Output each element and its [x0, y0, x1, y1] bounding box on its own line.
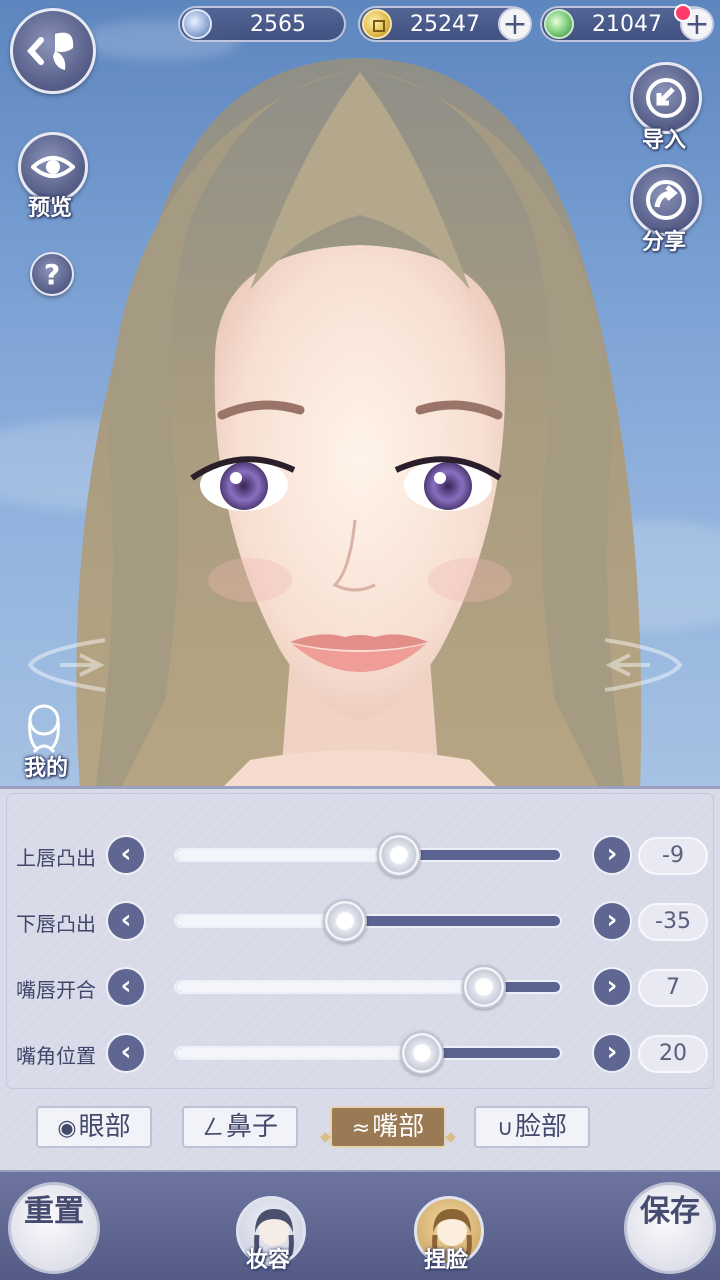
copper-amount: 25247	[410, 11, 480, 37]
eye-icon	[31, 156, 75, 178]
preview-label: 预览	[28, 196, 73, 221]
slider-value[interactable]: -35	[638, 903, 708, 941]
slider-handle[interactable]	[377, 833, 422, 877]
jade-coin-icon	[182, 9, 212, 39]
import-label: 导入	[642, 128, 687, 153]
slider-label: 嘴唇开合	[16, 978, 96, 1002]
lips-icon: ≈	[351, 1116, 371, 1141]
tab-nose[interactable]: ㄥ鼻子	[182, 1106, 298, 1148]
character-viewport[interactable]	[0, 0, 720, 790]
slider-track[interactable]	[174, 1046, 562, 1060]
slider-track[interactable]	[174, 914, 562, 928]
currency-copper: 25247 +	[358, 6, 532, 42]
slider-value[interactable]: 7	[638, 969, 708, 1007]
green-token-icon	[544, 9, 574, 39]
decrease-button[interactable]: ‹	[106, 835, 146, 875]
back-button[interactable]	[10, 8, 96, 94]
slider-row-mouth-corner-position: 嘴角位置 ‹ › 20	[0, 1029, 720, 1079]
slider-row-upper-lip-protrusion: 上唇凸出 ‹ › -9	[0, 831, 720, 881]
increase-button[interactable]: ›	[592, 967, 632, 1007]
decrease-button[interactable]: ‹	[106, 901, 146, 941]
tab-face[interactable]: ∪脸部	[474, 1106, 590, 1148]
reset-button[interactable]: 重置	[8, 1182, 100, 1274]
tab-label: 脸部	[515, 1112, 568, 1142]
face-shape-label: 捏脸	[424, 1248, 469, 1273]
slider-label: 嘴角位置	[16, 1044, 96, 1068]
jade-amount: 2565	[250, 11, 306, 37]
eye-icon: ◉	[57, 1116, 77, 1141]
currency-green-token: 21047 +	[540, 4, 714, 42]
tab-label: 眼部	[78, 1112, 131, 1142]
my-profile-icon[interactable]	[22, 700, 66, 754]
notification-dot	[674, 4, 692, 22]
slider-label: 上唇凸出	[16, 846, 96, 870]
add-copper-button[interactable]: +	[498, 7, 532, 41]
increase-button[interactable]: ›	[592, 1033, 632, 1073]
increase-button[interactable]: ›	[592, 835, 632, 875]
decrease-button[interactable]: ‹	[106, 1033, 146, 1073]
slider-row-lip-opening: 嘴唇开合 ‹ › 7	[0, 963, 720, 1013]
face-outline-icon: ∪	[496, 1116, 514, 1141]
rotate-left-icon[interactable]	[20, 630, 110, 700]
my-profile-label[interactable]: 我的	[24, 750, 68, 782]
copper-coin-icon	[362, 9, 392, 39]
slider-handle[interactable]	[462, 965, 507, 1009]
green-token-amount: 21047	[592, 11, 662, 37]
import-icon	[646, 78, 686, 118]
bottom-bar: 重置 妆容 捏脸 保存	[0, 1170, 720, 1280]
tab-label: 嘴部	[372, 1112, 425, 1142]
rotate-right-icon[interactable]	[600, 630, 690, 700]
share-label: 分享	[642, 230, 687, 255]
slider-value[interactable]: -9	[638, 837, 708, 875]
tab-mouth[interactable]: ≈嘴部	[320, 1106, 456, 1156]
currency-jade: 2565	[178, 6, 346, 42]
increase-button[interactable]: ›	[592, 901, 632, 941]
slider-label: 下唇凸出	[16, 912, 96, 936]
slider-row-lower-lip-protrusion: 下唇凸出 ‹ › -35	[0, 897, 720, 947]
tab-eyes[interactable]: ◉眼部	[36, 1106, 152, 1148]
back-butterfly-icon	[26, 32, 74, 70]
slider-track[interactable]	[174, 848, 562, 862]
makeup-label: 妆容	[246, 1248, 291, 1273]
decrease-button[interactable]: ‹	[106, 967, 146, 1007]
nose-icon: ㄥ	[201, 1116, 224, 1141]
help-button[interactable]: ?	[30, 252, 74, 296]
slider-handle[interactable]	[400, 1031, 445, 1075]
slider-value[interactable]: 20	[638, 1035, 708, 1073]
slider-handle[interactable]	[322, 899, 367, 943]
share-icon	[646, 180, 686, 220]
save-button[interactable]: 保存	[624, 1182, 716, 1274]
tab-label: 鼻子	[226, 1112, 279, 1142]
